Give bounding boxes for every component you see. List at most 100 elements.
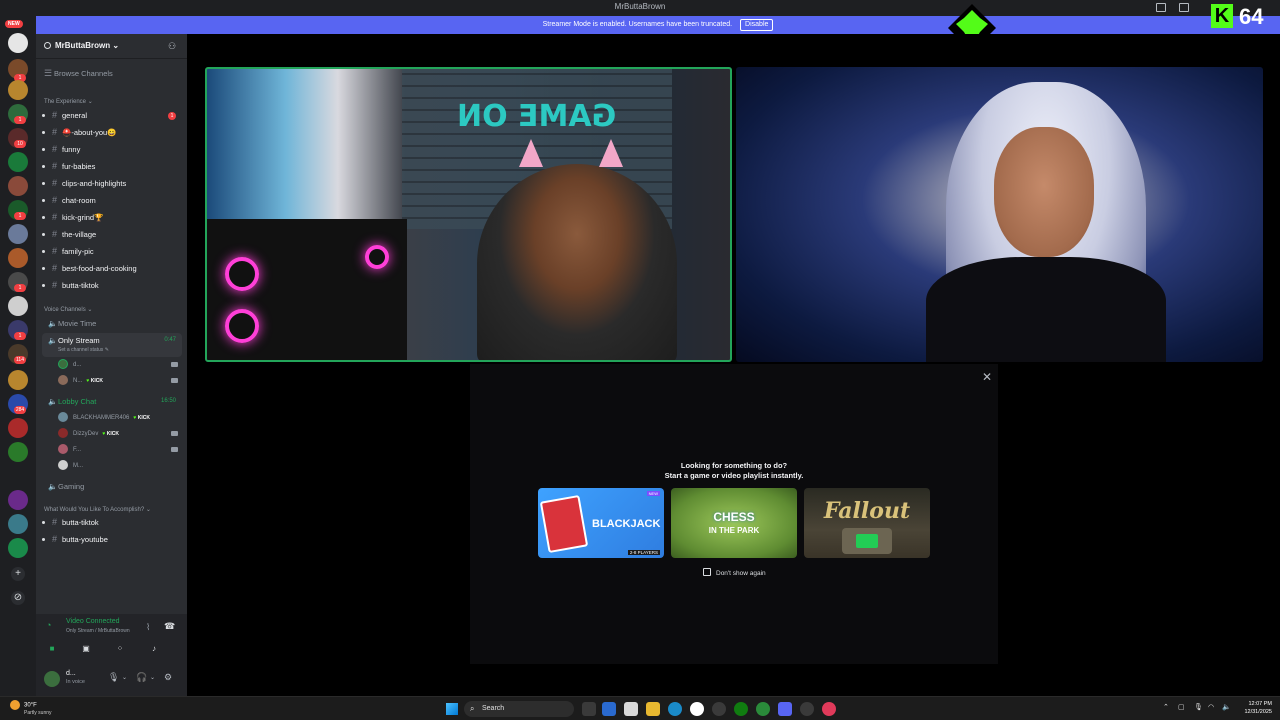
channel-chat-room[interactable]: # chat-room — [42, 193, 182, 208]
microphone-icon[interactable]: 🎙 — [1194, 703, 1203, 711]
voice-member[interactable]: d... — [58, 358, 182, 372]
server-icon[interactable] — [8, 490, 28, 510]
voice-member[interactable]: M... — [58, 459, 182, 473]
server-icon[interactable] — [8, 442, 28, 462]
video-tile-streamer[interactable]: GAME ON — [205, 67, 732, 362]
start-button[interactable] — [446, 703, 458, 715]
activities-icon[interactable]: ⁘ — [106, 642, 134, 656]
channel-the-village[interactable]: # the-village — [42, 227, 182, 242]
obs-icon[interactable] — [712, 702, 726, 716]
inbox-icon[interactable] — [1156, 3, 1166, 12]
channel-funny[interactable]: # funny — [42, 142, 182, 157]
dont-show-again-checkbox[interactable]: Don't show again — [703, 568, 766, 577]
channel-clips-and-highlights[interactable]: # clips-and-highlights — [42, 176, 182, 191]
task-view-icon[interactable] — [582, 702, 596, 716]
channel-general[interactable]: # general 1 — [42, 108, 182, 123]
channel-status[interactable]: Set a channel status ✎ — [58, 346, 109, 354]
signal-icon[interactable]: ◔ — [46, 620, 51, 630]
channel-label: chat-room — [62, 196, 96, 205]
channel-fur-babies[interactable]: # fur-babies — [42, 159, 182, 174]
activity-card-chess[interactable]: CHESS IN THE PARK — [671, 488, 797, 558]
voice-channel-movie-time[interactable]: 🔈Movie Time — [42, 316, 182, 331]
channel-butta-tiktok-2[interactable]: # butta-tiktok — [42, 515, 182, 530]
edge-icon[interactable] — [668, 702, 682, 716]
username[interactable]: d... — [66, 670, 76, 677]
wifi-icon[interactable]: ◠ — [1208, 703, 1214, 711]
server-icon[interactable] — [8, 370, 28, 390]
checkbox-icon[interactable] — [703, 568, 711, 576]
tray-icon[interactable]: ▢ — [1178, 703, 1185, 711]
voice-status[interactable]: Video Connected — [66, 618, 120, 625]
channel-family-pic[interactable]: # family-pic — [42, 244, 182, 259]
server-icon[interactable] — [8, 296, 28, 316]
weather-widget[interactable]: 30°F — [10, 700, 37, 710]
server-icon[interactable] — [8, 224, 28, 244]
copilot-icon[interactable] — [602, 702, 616, 716]
title-bar: MrButtaBrown — [0, 0, 1280, 16]
voice-channel-gaming[interactable]: 🔈Gaming — [42, 479, 182, 494]
microphone-icon[interactable]: 🎙 — [108, 672, 119, 683]
soundboard-icon[interactable]: ♪ — [140, 642, 168, 656]
clock[interactable]: 12:07 PM 12/31/2025 — [1236, 700, 1272, 716]
camera-toggle-icon[interactable]: ■ — [38, 642, 66, 656]
channel-best-food-and-cooking[interactable]: # best-food-and-cooking — [42, 261, 182, 276]
speaker-icon: 🔈 — [48, 336, 58, 345]
chevron-down-icon[interactable]: ⌄ — [150, 674, 155, 681]
channel-about-you[interactable]: # ⛑️-about-you😀 — [42, 125, 182, 140]
app-icon[interactable] — [800, 702, 814, 716]
chevron-up-icon[interactable]: ⌃ — [1163, 703, 1169, 711]
server-icon[interactable] — [8, 176, 28, 196]
chrome-icon[interactable] — [756, 702, 770, 716]
file-explorer-icon[interactable] — [646, 702, 660, 716]
app-icon[interactable] — [690, 702, 704, 716]
gear-icon[interactable]: ⚙ — [164, 672, 172, 683]
server-icon[interactable] — [8, 418, 28, 438]
video-tile-guest[interactable] — [736, 67, 1263, 362]
avatar — [58, 460, 68, 471]
discover-icon[interactable]: ⊘ — [11, 591, 25, 605]
disconnect-icon[interactable]: ☎ — [164, 621, 175, 632]
server-icon-home[interactable] — [8, 33, 28, 53]
voice-channel-only-stream[interactable]: 🔈Only Stream 0:47 Set a channel status ✎ — [42, 333, 182, 357]
activity-card-fallout[interactable]: Fallout — [804, 488, 930, 558]
browse-channels[interactable]: ☰ Browse Channels — [42, 66, 182, 81]
server-icon[interactable] — [8, 514, 28, 534]
channel-butta-youtube[interactable]: # butta-youtube — [42, 532, 182, 547]
voice-member[interactable]: DizzyDev ♥ KICK — [58, 427, 182, 441]
chevron-down-icon[interactable]: ⌄ — [122, 674, 127, 681]
volume-icon[interactable]: 🔈 — [1222, 703, 1231, 711]
search-label: Search — [482, 705, 505, 712]
close-icon[interactable]: ✕ — [982, 370, 992, 384]
screen-share-icon[interactable]: ▣ — [72, 642, 100, 656]
search-box[interactable]: ⌕ Search — [464, 701, 574, 717]
channel-label: butta-tiktok — [62, 518, 99, 527]
server-icon[interactable] — [8, 538, 28, 558]
invite-people-icon[interactable]: ⚇ — [168, 41, 176, 52]
store-icon[interactable] — [624, 702, 638, 716]
discord-icon[interactable] — [778, 702, 792, 716]
voice-member[interactable]: F... — [58, 443, 182, 457]
activity-card-blackjack[interactable]: BLACKJACK NEW 2-8 PLAYERS — [538, 488, 664, 558]
headphones-icon[interactable]: 🎧 — [136, 672, 147, 683]
category-voice-channels[interactable]: Voice Channels ⌄ — [44, 306, 92, 313]
voice-channel-lobby-chat[interactable]: 🔈Lobby Chat 16:50 — [42, 394, 182, 409]
server-icon[interactable] — [8, 152, 28, 172]
disable-streamer-mode-button[interactable]: Disable — [740, 19, 774, 31]
help-icon[interactable] — [1179, 3, 1189, 12]
voice-member[interactable]: BLACKHAMMER406 ♥ KICK — [58, 411, 182, 425]
channel-butta-tiktok[interactable]: # butta-tiktok — [42, 278, 182, 293]
server-icon[interactable] — [8, 80, 28, 100]
add-server-icon[interactable]: + — [11, 567, 25, 581]
server-name-header[interactable]: MrButtaBrown ⌄ — [44, 41, 119, 50]
noise-suppression-icon[interactable]: ⌇ — [146, 622, 150, 633]
category-what-would-you-like[interactable]: What Would You Like To Accomplish? ⌄ — [44, 506, 151, 513]
hash-icon: # — [52, 280, 58, 290]
voice-member[interactable]: N... ♥ KICK — [58, 374, 182, 388]
category-the-experience[interactable]: The Experience ⌄ — [44, 98, 93, 105]
channel-kick-grind[interactable]: # kick-grind🏆 — [42, 210, 182, 225]
server-icon[interactable] — [8, 248, 28, 268]
playing-card-icon — [539, 494, 589, 554]
app-icon[interactable] — [822, 702, 836, 716]
avatar[interactable] — [44, 671, 60, 687]
xbox-icon[interactable] — [734, 702, 748, 716]
